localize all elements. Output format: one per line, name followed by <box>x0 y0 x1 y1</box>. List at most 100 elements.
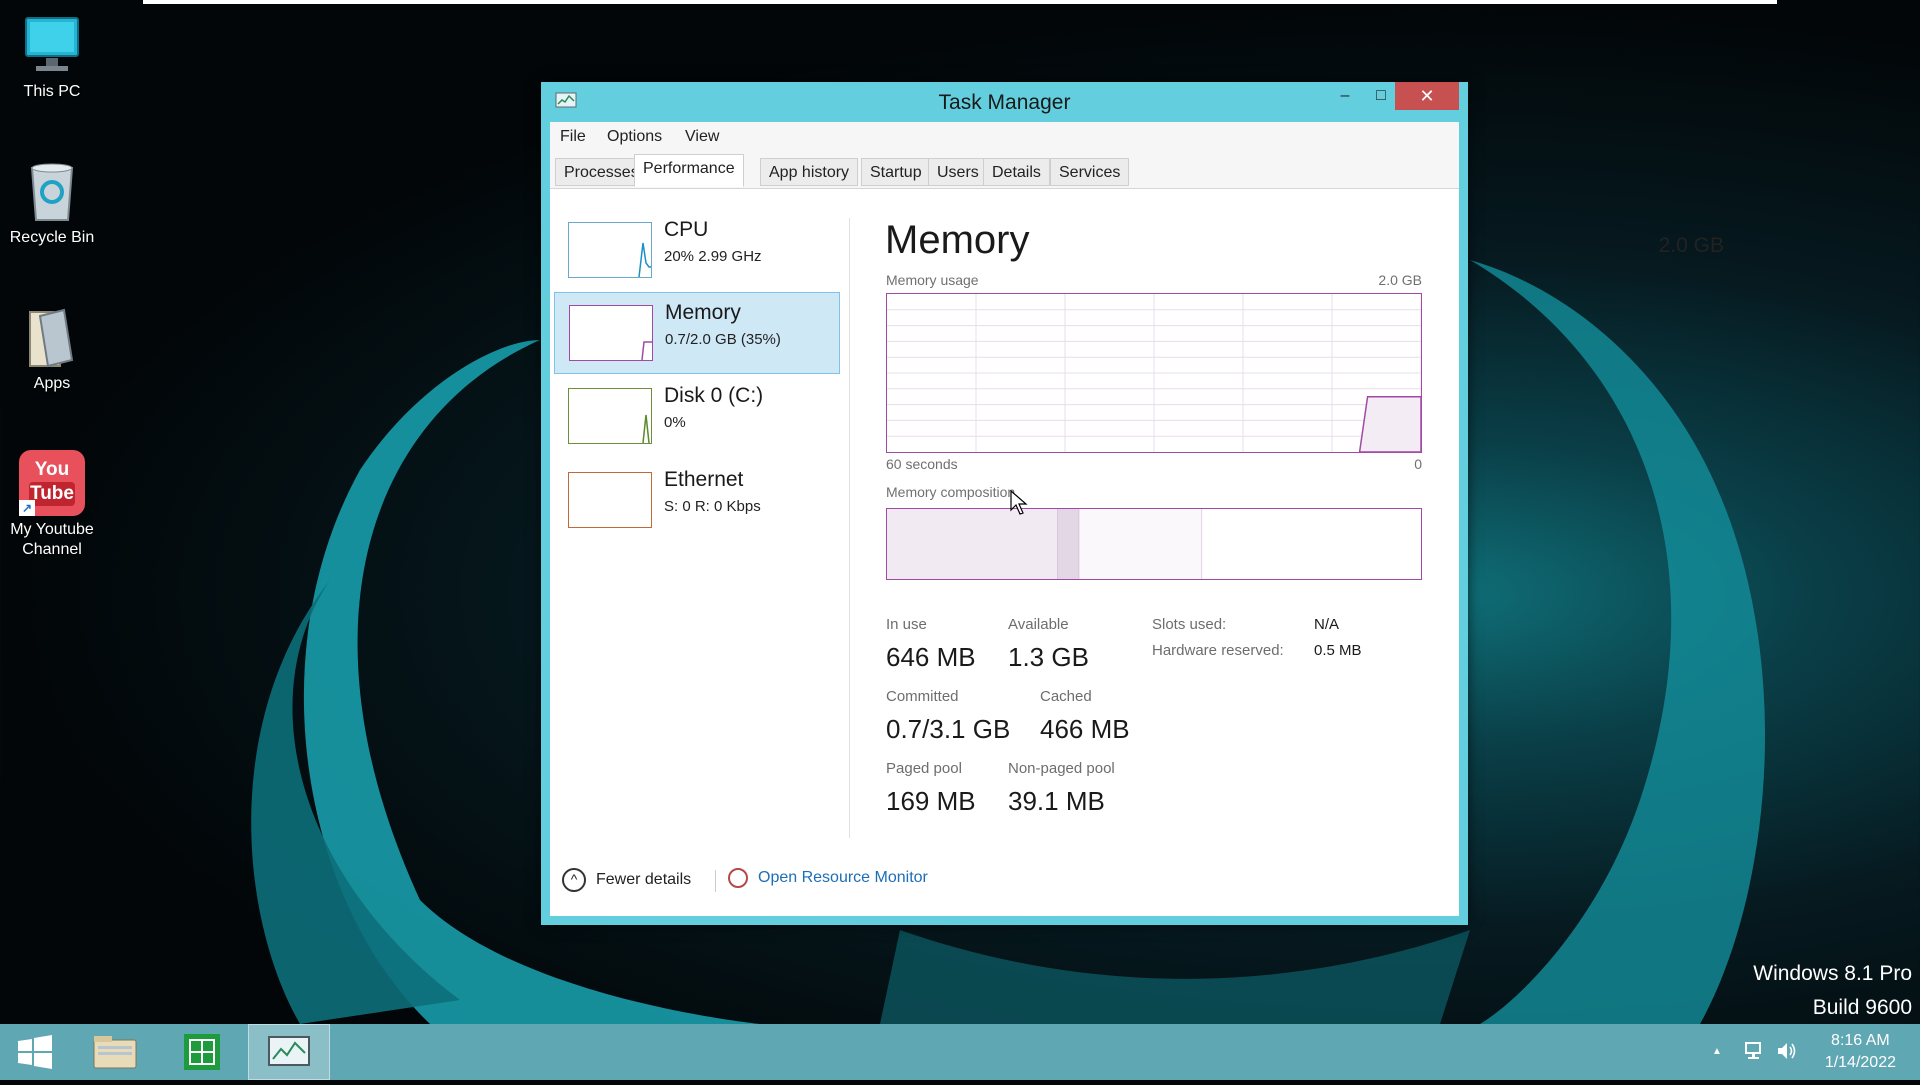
available-value: 1.3 GB <box>1008 642 1089 672</box>
sidebar-item-name: Memory <box>665 301 741 324</box>
tab-services[interactable]: Services <box>1050 158 1130 186</box>
taskbar-file-explorer[interactable] <box>80 1024 150 1080</box>
in-use-value: 646 MB <box>886 642 976 672</box>
resource-monitor-icon <box>728 868 748 888</box>
desktop-icon-youtube[interactable]: You Tube ↗ My Youtube Channel <box>0 450 104 560</box>
screen-top-strip <box>143 0 1777 4</box>
show-hidden-icons-button[interactable]: ▲ <box>1712 1046 1722 1057</box>
file-explorer-icon <box>93 1036 137 1069</box>
title-bar[interactable]: Task Manager – □ ✕ <box>541 82 1468 122</box>
youtube-icon: You Tube ↗ <box>19 450 85 516</box>
clock-time: 8:16 AM <box>1831 1032 1890 1049</box>
maximize-button[interactable]: □ <box>1363 82 1399 110</box>
youtube-icon-text-top: You <box>34 459 70 480</box>
cpu-thumbnail-graph <box>568 222 652 278</box>
memory-composition-label: Memory composition <box>886 484 1016 500</box>
speaker-icon[interactable] <box>1776 1040 1798 1062</box>
folder-icon <box>20 306 84 370</box>
sidebar-item-memory[interactable]: Memory 0.7/2.0 GB (35%) <box>554 292 840 374</box>
hardware-reserved-value: 0.5 MB <box>1314 642 1362 659</box>
available-label: Available <box>1008 616 1069 633</box>
slots-used-label: Slots used: <box>1152 616 1227 633</box>
windows-edition-watermark: Windows 8.1 Pro <box>1753 962 1912 985</box>
composition-modified-segment <box>1057 509 1080 579</box>
close-button[interactable]: ✕ <box>1395 82 1459 110</box>
disk-thumbnail-graph <box>568 388 652 444</box>
sidebar-item-value: 0% <box>664 414 686 431</box>
desktop-icon-apps[interactable]: Apps <box>0 306 104 394</box>
fewer-details-button[interactable]: ^ Fewer details <box>562 868 691 892</box>
windows-build-watermark: Build 9600 <box>1812 996 1912 1019</box>
taskbar-store[interactable] <box>166 1024 236 1080</box>
youtube-icon-text-bottom: Tube <box>29 482 75 506</box>
time-axis-left: 60 seconds <box>886 456 958 472</box>
network-icon[interactable] <box>1744 1040 1766 1062</box>
recycle-bin-icon <box>20 160 84 224</box>
mouse-cursor-icon <box>1010 490 1028 515</box>
fewer-details-label: Fewer details <box>596 871 692 889</box>
footer-separator <box>715 870 716 892</box>
open-resource-monitor-link[interactable]: Open Resource Monitor <box>728 868 928 888</box>
menu-view[interactable]: View <box>685 128 719 146</box>
panel-divider <box>849 218 850 838</box>
sidebar-item-name: Disk 0 (C:) <box>664 384 764 407</box>
tab-performance[interactable]: Performance <box>634 154 744 187</box>
sidebar-item-value: S: 0 R: 0 Kbps <box>664 498 761 515</box>
composition-standby-segment <box>1079 509 1203 579</box>
committed-label: Committed <box>886 688 959 705</box>
windows-logo-icon <box>18 1035 52 1069</box>
desktop-icon-label: Apps <box>33 375 71 392</box>
menu-file[interactable]: File <box>560 128 586 146</box>
sidebar-item-cpu[interactable]: CPU 20% 2.99 GHz <box>554 210 840 292</box>
task-manager-icon <box>268 1036 310 1066</box>
sidebar-item-disk[interactable]: Disk 0 (C:) 0% <box>554 376 840 458</box>
menu-bar: File Options View <box>550 122 1459 152</box>
nonpaged-pool-value: 39.1 MB <box>1008 786 1105 816</box>
memory-usage-label: Memory usage <box>886 272 979 288</box>
clock-date: 1/14/2022 <box>1824 1054 1896 1071</box>
memory-title: Memory <box>885 218 1030 262</box>
sidebar-item-name: Ethernet <box>664 468 744 491</box>
sidebar-item-value: 20% 2.99 GHz <box>664 248 762 265</box>
start-button[interactable] <box>0 1024 70 1080</box>
desktop-icon-recycle-bin[interactable]: Recycle Bin <box>0 160 104 248</box>
memory-usage-chart <box>886 293 1422 453</box>
committed-value: 0.7/3.1 GB <box>886 714 1011 744</box>
memory-usage-graph <box>887 294 1422 453</box>
slots-used-value: N/A <box>1314 616 1340 633</box>
store-icon <box>184 1034 220 1070</box>
cached-value: 466 MB <box>1040 714 1130 744</box>
tab-strip: Processes Performance App history Startu… <box>550 152 1459 189</box>
ethernet-thumbnail-graph <box>568 472 652 528</box>
memory-total: 2.0 GB <box>1658 234 1724 257</box>
desktop-icon-this-pc[interactable]: This PC <box>0 14 104 102</box>
tab-users[interactable]: Users <box>928 158 988 186</box>
composition-in-use-segment <box>887 509 1058 579</box>
system-clock[interactable]: 8:16 AM 1/14/2022 <box>1825 1030 1896 1074</box>
desktop-icon-label: This PC <box>23 83 81 100</box>
chevron-up-icon: ^ <box>562 868 586 892</box>
tab-details[interactable]: Details <box>983 158 1050 186</box>
task-manager-window: Task Manager – □ ✕ File Options View Pro… <box>541 82 1724 925</box>
desktop-icon-label: My Youtube Channel <box>10 521 94 558</box>
open-resource-monitor-label: Open Resource Monitor <box>758 869 928 887</box>
composition-free-segment <box>1202 509 1421 579</box>
window-client-area: File Options View Processes Performance … <box>550 122 1724 916</box>
nonpaged-pool-label: Non-paged pool <box>1008 760 1115 777</box>
shortcut-arrow-icon: ↗ <box>19 500 35 516</box>
sidebar-item-ethernet[interactable]: Ethernet S: 0 R: 0 Kbps <box>554 460 840 542</box>
memory-composition-graph <box>887 509 1421 579</box>
time-axis-right: 0 <box>1414 456 1422 472</box>
cached-label: Cached <box>1040 688 1092 705</box>
tab-startup[interactable]: Startup <box>861 158 931 186</box>
memory-usage-max: 2.0 GB <box>1378 272 1422 288</box>
tab-app-history[interactable]: App history <box>760 158 859 186</box>
sidebar-item-name: CPU <box>664 218 709 241</box>
memory-thumbnail-graph <box>569 305 653 361</box>
memory-usage-area <box>1358 395 1422 453</box>
paged-pool-label: Paged pool <box>886 760 962 777</box>
taskbar-task-manager[interactable] <box>248 1024 330 1080</box>
in-use-label: In use <box>886 616 927 633</box>
minimize-button[interactable]: – <box>1327 82 1363 110</box>
menu-options[interactable]: Options <box>607 128 662 146</box>
